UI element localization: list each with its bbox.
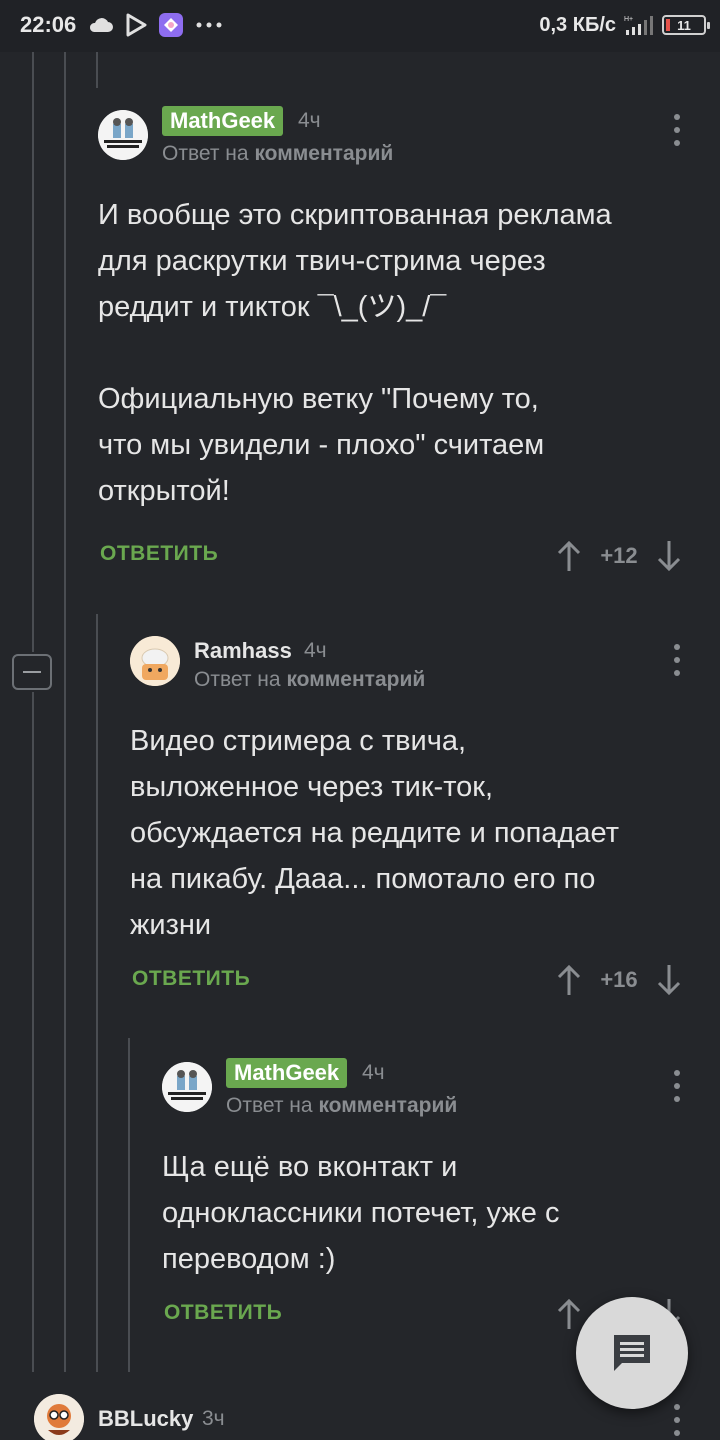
reply-prefix: Ответ на — [226, 1094, 313, 1117]
comment-text: Ща ещё во вконтакт и одноклассники потеч… — [162, 1151, 560, 1275]
comment-time: 4ч — [298, 109, 321, 132]
cloud-icon — [89, 18, 113, 32]
comment-time: 4ч — [362, 1061, 385, 1084]
thread-line-level3 — [128, 1038, 130, 1372]
reply-prefix: Ответ на — [162, 142, 249, 165]
reply-prefix: Ответ на — [194, 668, 281, 691]
status-system-info: 0,3 КБ/с H+ 11 — [539, 10, 710, 40]
comment-header: MathGeek 4ч Ответ на комментарий — [98, 104, 708, 166]
comment-time: 3ч — [202, 1407, 225, 1430]
thread-line-level2-b — [96, 614, 98, 1372]
reply-target-link[interactable]: комментарий — [286, 668, 425, 691]
comment-time: 4ч — [304, 639, 327, 662]
thread-line-level2 — [96, 52, 98, 88]
app-icon — [159, 13, 183, 37]
comment-author[interactable]: MathGeek — [162, 106, 284, 136]
avatar[interactable] — [34, 1394, 84, 1440]
upvote-icon[interactable] — [554, 962, 584, 998]
comment: MathGeek 4ч Ответ на комментарий И вообщ… — [98, 104, 708, 584]
reply-button[interactable]: ОТВЕТИТЬ — [164, 1301, 282, 1325]
upvote-icon[interactable] — [554, 1296, 584, 1332]
upvote-icon[interactable] — [554, 538, 584, 574]
reply-to: Ответ на комментарий — [194, 668, 425, 692]
signal-icon: H+ — [624, 16, 653, 35]
vote-controls: +16 — [554, 960, 684, 1000]
comment-author[interactable]: BBLucky — [98, 1406, 193, 1432]
svg-text:H+: H+ — [624, 16, 633, 23]
reply-to: Ответ на комментарий — [226, 1094, 457, 1118]
reply-button[interactable]: ОТВЕТИТЬ — [132, 967, 250, 991]
comment: Ramhass 4ч Ответ на комментарий Видео ст… — [130, 630, 708, 1010]
more-icon — [196, 22, 222, 28]
downvote-icon[interactable] — [654, 538, 684, 574]
avatar[interactable] — [162, 1062, 212, 1112]
status-time: 22:06 — [20, 12, 77, 37]
more-options-icon[interactable] — [672, 644, 682, 676]
more-options-icon[interactable] — [672, 1404, 682, 1436]
vote-score: +16 — [600, 967, 638, 992]
avatar[interactable] — [130, 636, 180, 686]
thread-line-root-lower — [32, 692, 34, 1372]
comment-text: Видео стримера с твича, выложенное через… — [130, 725, 619, 941]
comment-text: И вообще это скриптованная реклама для р… — [98, 199, 612, 507]
network-speed: 0,3 КБ/с — [539, 13, 616, 36]
comment-icon — [614, 1335, 650, 1371]
more-options-icon[interactable] — [672, 1070, 682, 1102]
collapse-thread-button[interactable] — [12, 654, 52, 690]
reply-target-link[interactable]: комментарий — [318, 1094, 457, 1117]
reply-to: Ответ на комментарий — [162, 142, 393, 166]
reply-button[interactable]: ОТВЕТИТЬ — [100, 542, 218, 566]
battery-icon: 11 — [662, 15, 710, 35]
reply-target-link[interactable]: комментарий — [254, 142, 393, 165]
thread-line-root — [32, 52, 34, 652]
avatar[interactable] — [98, 110, 148, 160]
comment-author[interactable]: MathGeek — [226, 1058, 348, 1088]
downvote-icon[interactable] — [654, 962, 684, 998]
status-bar: 22:06 0,3 КБ/с H+ 11 — [0, 0, 720, 52]
play-store-icon — [126, 13, 147, 37]
status-notification-icons — [88, 10, 224, 40]
more-options-icon[interactable] — [672, 114, 682, 146]
vote-score: +12 — [600, 543, 638, 568]
comment-author[interactable]: Ramhass — [194, 638, 292, 664]
comment-header: Ramhass 4ч Ответ на комментарий — [130, 630, 708, 692]
vote-controls: +12 — [554, 536, 684, 576]
write-comment-button[interactable] — [576, 1297, 688, 1409]
comment-header: MathGeek 4ч Ответ на комментарий — [162, 1056, 708, 1118]
thread-line-level1 — [64, 52, 66, 1372]
battery-level: 11 — [677, 17, 691, 33]
